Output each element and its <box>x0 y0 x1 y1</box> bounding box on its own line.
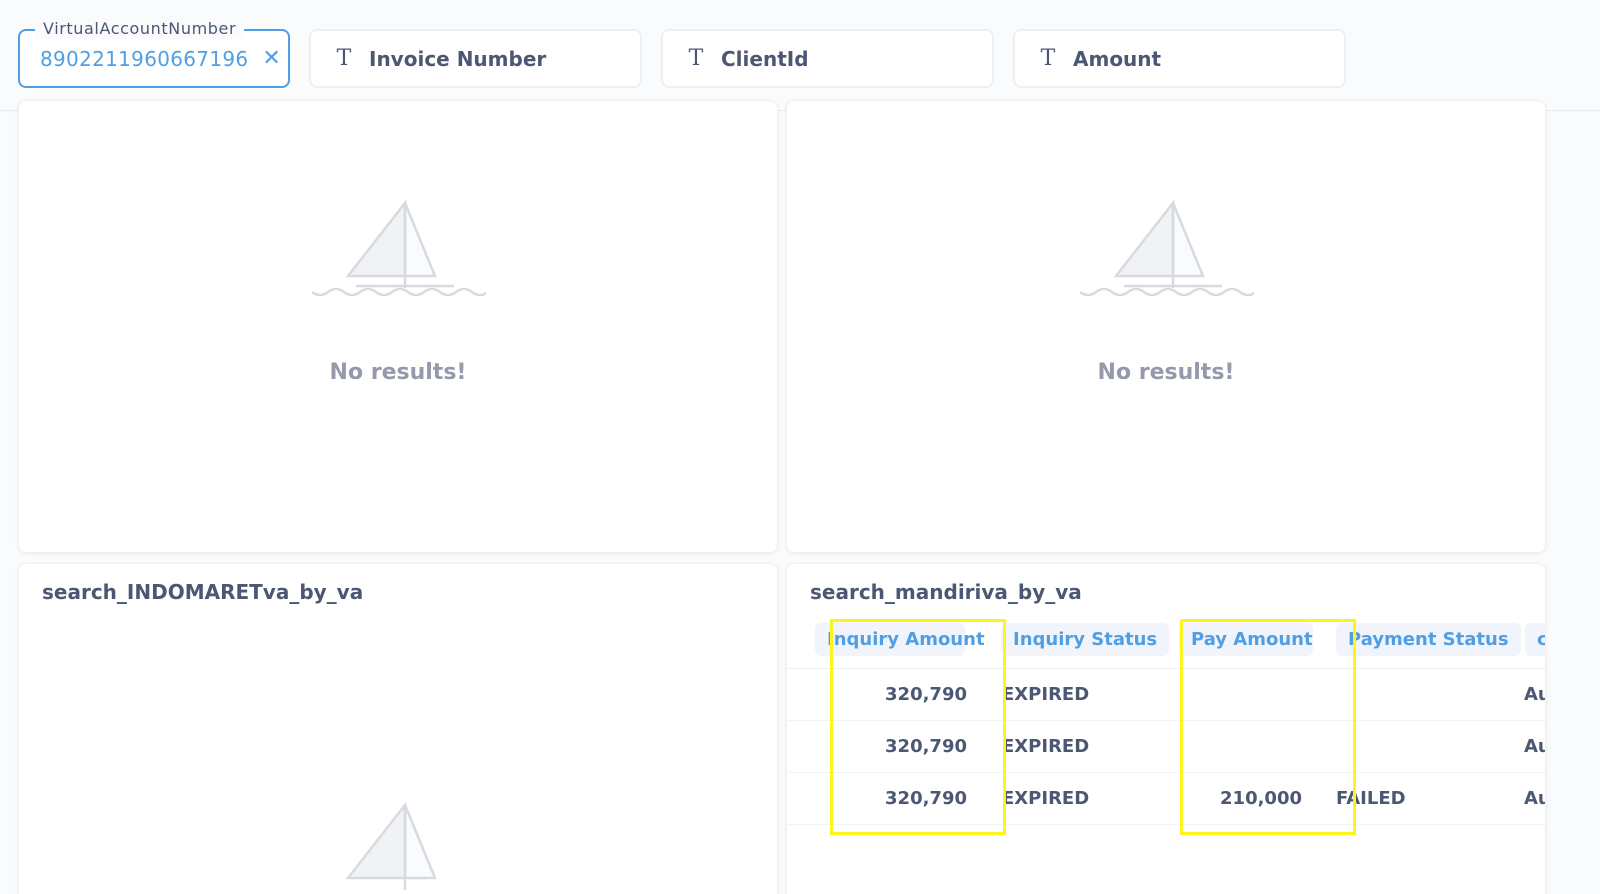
cell-inquiry-amount: 320,790 <box>885 736 967 757</box>
table-row[interactable]: 320,790 EXPIRED Au <box>787 669 1545 721</box>
results-table: Inquiry Amount Inquiry Status Pay Amount… <box>787 609 1545 825</box>
column-header-inquiry-amount[interactable]: Inquiry Amount <box>815 623 985 656</box>
text-type-icon: T <box>336 46 352 71</box>
card-title[interactable]: search_INDOMARETva_by_va <box>42 580 363 604</box>
cell-inquiry-status: EXPIRED <box>1002 788 1090 809</box>
cell-extra: Au <box>1524 736 1545 757</box>
empty-state: No results! <box>787 200 1545 385</box>
amount-filter-label: Amount <box>1073 46 1162 71</box>
cell-inquiry-amount: 320,790 <box>885 788 967 809</box>
table-header: Inquiry Amount Inquiry Status Pay Amount… <box>787 609 1545 669</box>
client-id-filter-label: ClientId <box>721 46 809 71</box>
table-row[interactable]: 320,790 EXPIRED Au <box>787 721 1545 773</box>
sailboat-icon <box>345 802 437 890</box>
cell-inquiry-status: EXPIRED <box>1002 684 1090 705</box>
cell-payment-status: FAILED <box>1336 788 1406 809</box>
cell-extra: Au <box>1524 788 1545 809</box>
filter-bar: VirtualAccountNumber 8902211960667196 ✕ … <box>0 6 1600 111</box>
dashboard-card-search-mandiri: search_mandiriva_by_va Inquiry Amount In… <box>786 563 1546 894</box>
virtual-account-filter-value: 8902211960667196 <box>40 46 249 71</box>
column-header-inquiry-status[interactable]: Inquiry Status <box>1001 623 1170 656</box>
virtual-account-filter-label: VirtualAccountNumber <box>35 19 245 39</box>
cell-extra: Au <box>1524 684 1545 705</box>
card-title[interactable]: search_mandiriva_by_va <box>810 580 1082 604</box>
text-type-icon: T <box>688 46 704 71</box>
empty-message: No results! <box>1097 360 1235 385</box>
dashboard-card-top-left: No results! <box>18 100 778 553</box>
invoice-number-filter-label: Invoice Number <box>369 46 547 71</box>
cell-inquiry-status: EXPIRED <box>1002 736 1090 757</box>
amount-filter[interactable]: T Amount <box>1013 29 1346 88</box>
dashboard-card-search-indomaret: search_INDOMARETva_by_va <box>18 563 778 894</box>
empty-message: No results! <box>329 360 467 385</box>
cell-pay-amount: 210,000 <box>1220 788 1302 809</box>
column-header-pay-amount[interactable]: Pay Amount <box>1179 623 1313 656</box>
cell-pay-amount <box>1179 669 1302 721</box>
empty-state <box>19 802 777 894</box>
close-icon[interactable]: ✕ <box>262 47 281 70</box>
dashboard-card-top-right: No results! <box>786 100 1546 553</box>
column-header-payment-status[interactable]: Payment Status <box>1336 623 1521 656</box>
text-type-icon: T <box>1040 46 1056 71</box>
client-id-filter[interactable]: T ClientId <box>661 29 994 88</box>
cell-inquiry-amount: 320,790 <box>885 684 967 705</box>
empty-state: No results! <box>19 200 777 385</box>
invoice-number-filter[interactable]: T Invoice Number <box>309 29 642 88</box>
column-header-c[interactable]: c <box>1525 623 1545 656</box>
cell-pay-amount <box>1179 721 1302 773</box>
virtual-account-filter[interactable]: VirtualAccountNumber 8902211960667196 ✕ <box>18 19 290 88</box>
sailboat-icon <box>311 200 486 297</box>
table-row[interactable]: 320,790 EXPIRED 210,000 FAILED Au <box>787 773 1545 825</box>
sailboat-icon <box>1079 200 1254 297</box>
